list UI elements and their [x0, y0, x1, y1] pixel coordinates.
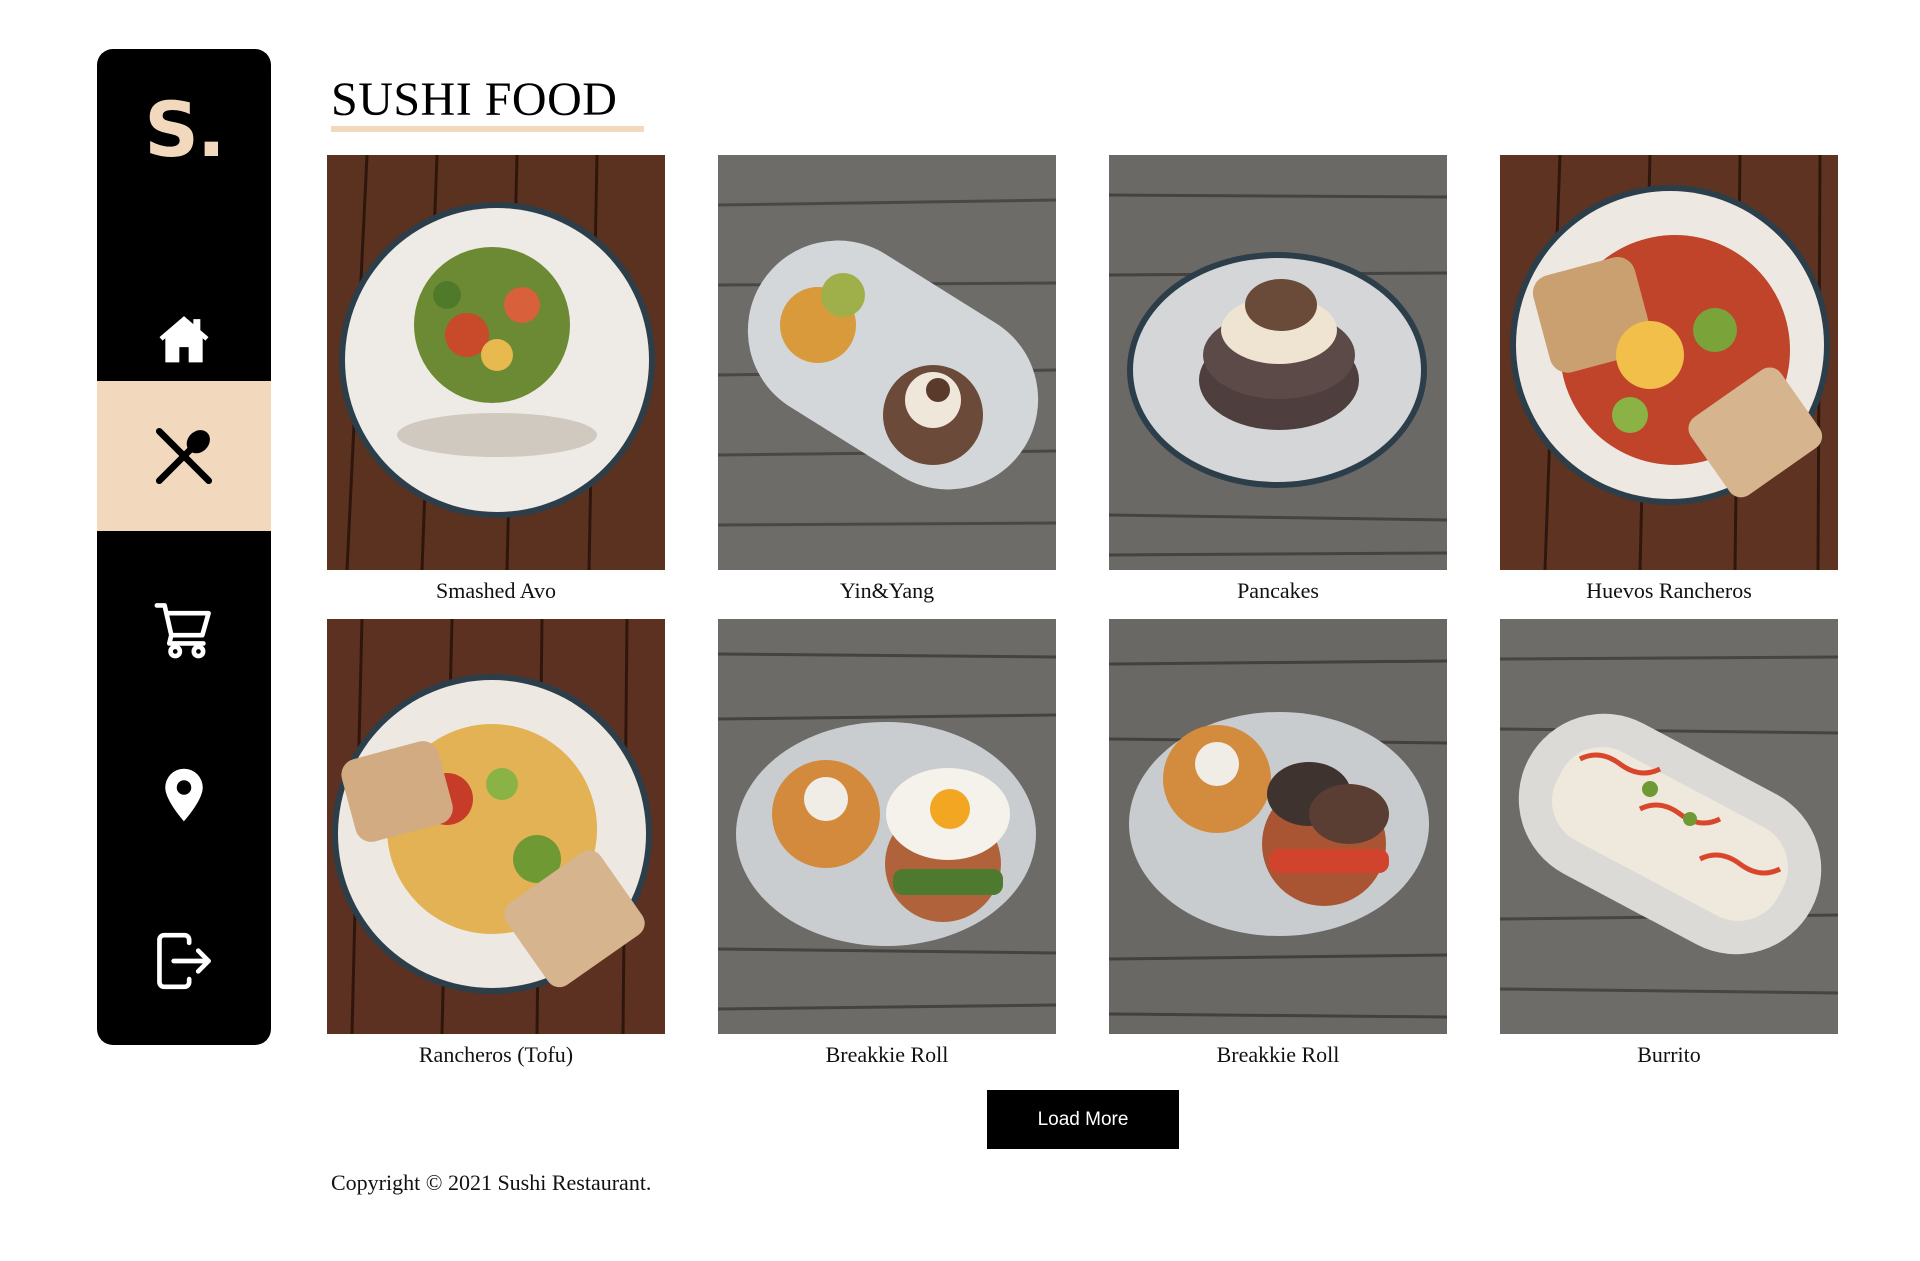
- sidebar-item-location[interactable]: [97, 720, 271, 870]
- menu-item-name: Huevos Rancheros: [1586, 578, 1752, 603]
- food-photo[interactable]: [718, 619, 1056, 1034]
- food-photo[interactable]: [327, 155, 665, 570]
- menu-grid: Smashed Avo Yin&Yang Pancakes Huevos Ran…: [327, 155, 1839, 1069]
- sidebar-item-menu[interactable]: [97, 381, 271, 531]
- menu-card[interactable]: Breakkie Roll: [1109, 619, 1447, 1069]
- sidebar: S.: [97, 49, 271, 1045]
- menu-card[interactable]: Yin&Yang: [718, 155, 1056, 605]
- sidebar-item-logout[interactable]: [97, 886, 271, 1036]
- menu-card[interactable]: Burrito: [1500, 619, 1838, 1069]
- menu-item-name: Yin&Yang: [839, 578, 935, 603]
- title-underline: [331, 126, 644, 132]
- sidebar-item-cart[interactable]: [97, 555, 271, 705]
- food-photo[interactable]: [1500, 155, 1838, 570]
- menu-card[interactable]: Rancheros (Tofu): [327, 619, 665, 1069]
- food-photo[interactable]: [327, 619, 665, 1034]
- utensils-icon: [151, 423, 217, 489]
- brand-logo[interactable]: S.: [97, 49, 271, 209]
- food-photo[interactable]: [1109, 155, 1447, 570]
- menu-item-name: Smashed Avo: [436, 578, 556, 603]
- menu-item-name: Burrito: [1637, 1042, 1701, 1067]
- cart-icon: [153, 599, 215, 661]
- food-photo[interactable]: [1500, 619, 1838, 1034]
- map-pin-icon: [154, 765, 214, 825]
- menu-card[interactable]: Pancakes: [1109, 155, 1447, 605]
- food-photo[interactable]: [1109, 619, 1447, 1034]
- menu-item-name: Rancheros (Tofu): [418, 1042, 574, 1067]
- logout-icon: [153, 930, 215, 992]
- menu-item-name: Breakkie Roll: [825, 1042, 949, 1067]
- menu-item-name: Pancakes: [1237, 578, 1319, 603]
- page-title: SUSHI FOOD: [331, 73, 618, 126]
- menu-card[interactable]: Breakkie Roll: [718, 619, 1056, 1069]
- menu-item-name: Breakkie Roll: [1216, 1042, 1340, 1067]
- load-more-button[interactable]: Load More: [987, 1090, 1179, 1149]
- menu-card[interactable]: Smashed Avo: [327, 155, 665, 605]
- home-icon: [156, 311, 212, 367]
- copyright-text: Copyright © 2021 Sushi Restaurant.: [331, 1170, 652, 1195]
- menu-card[interactable]: Huevos Rancheros: [1500, 155, 1838, 605]
- food-photo[interactable]: [718, 155, 1056, 570]
